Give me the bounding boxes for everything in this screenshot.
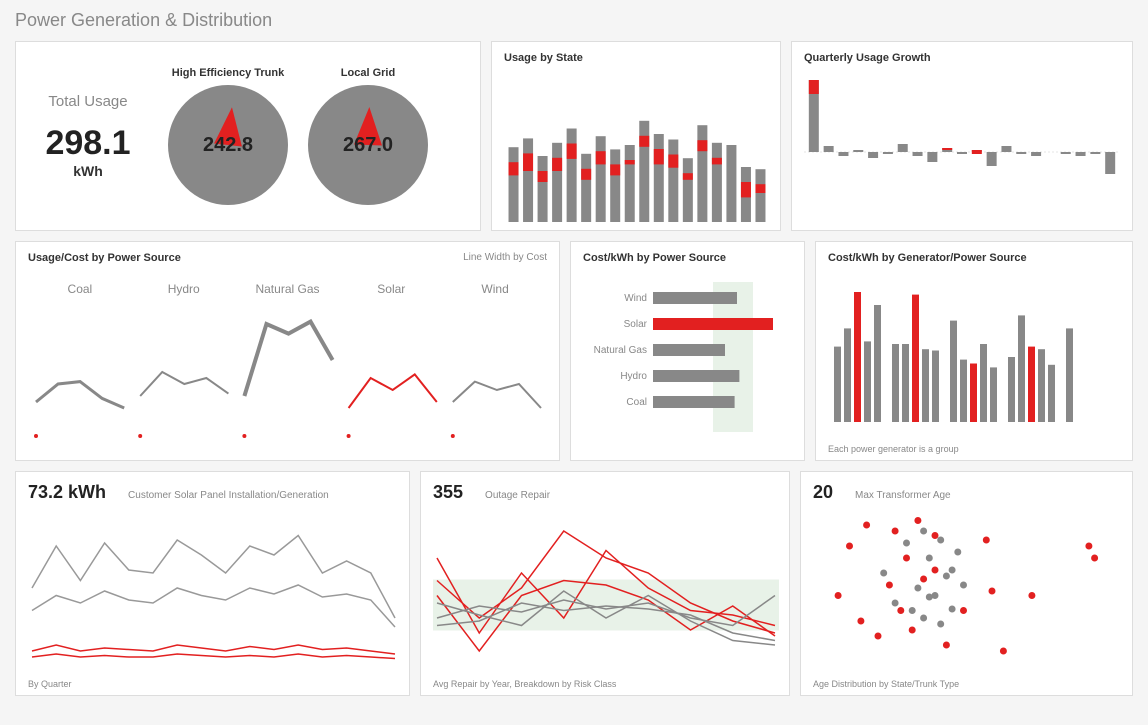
cost-gen-title: Cost/kWh by Generator/Power Source <box>828 252 1120 264</box>
transformer-chart <box>813 503 1114 673</box>
row-1: Total Usage 298.1 kWh High Efficiency Tr… <box>15 41 1133 231</box>
cost-gen-chart <box>828 272 1114 432</box>
source-label: Solar <box>339 282 443 296</box>
svg-text:Wind: Wind <box>624 293 647 304</box>
cost-gen-note: Each power generator is a group <box>828 444 959 454</box>
page-title: Power Generation & Distribution <box>15 10 1133 31</box>
usage-state-chart <box>504 72 770 222</box>
panel-quarterly-growth: Quarterly Usage Growth <box>791 41 1133 231</box>
usage-state-title: Usage by State <box>504 52 768 64</box>
usage-cost-note: Line Width by Cost <box>463 252 547 263</box>
outage-title: Outage Repair <box>485 490 550 501</box>
transformer-title: Max Transformer Age <box>855 490 951 501</box>
solar-value: 73.2 kWh <box>28 482 106 503</box>
svg-text:Hydro: Hydro <box>620 371 647 382</box>
source-label: Coal <box>28 282 132 296</box>
panel-outage: 355 Outage Repair Avg Repair by Year, Br… <box>420 471 790 696</box>
solar-title: Customer Solar Panel Installation/Genera… <box>128 490 329 501</box>
cost-kwh-chart: Wind Solar Natural Gas Hydro Coal <box>583 272 794 452</box>
outage-value: 355 <box>433 482 463 503</box>
panel-solar: 73.2 kWh Customer Solar Panel Installati… <box>15 471 410 696</box>
gauge1-value: 242.8 <box>203 134 253 157</box>
gauge-high-efficiency: High Efficiency Trunk 242.8 <box>168 67 288 205</box>
usage-cost-chart <box>28 300 549 440</box>
row-2: Usage/Cost by Power Source Line Width by… <box>15 241 1133 461</box>
total-usage-label: Total Usage <box>28 93 148 110</box>
panel-cost-gen: Cost/kWh by Generator/Power Source Each … <box>815 241 1133 461</box>
panel-total-usage: Total Usage 298.1 kWh High Efficiency Tr… <box>15 41 481 231</box>
gauge2-value: 267.0 <box>343 134 393 157</box>
total-usage-unit: kWh <box>28 163 148 179</box>
outage-note: Avg Repair by Year, Breakdown by Risk Cl… <box>433 679 616 689</box>
svg-text:Solar: Solar <box>624 319 648 330</box>
quarterly-chart <box>804 72 1120 222</box>
total-usage-value: 298.1 <box>28 124 148 163</box>
quarterly-title: Quarterly Usage Growth <box>804 52 1120 64</box>
gauge-local-grid: Local Grid 267.0 <box>308 67 428 205</box>
source-label: Natural Gas <box>236 282 340 296</box>
outage-chart <box>433 503 779 673</box>
transformer-value: 20 <box>813 482 833 503</box>
panel-usage-by-state: Usage by State <box>491 41 781 231</box>
solar-chart <box>28 503 399 673</box>
panel-usage-cost: Usage/Cost by Power Source Line Width by… <box>15 241 560 461</box>
source-label: Hydro <box>132 282 236 296</box>
panel-cost-kwh-source: Cost/kWh by Power Source Wind Solar Natura… <box>570 241 805 461</box>
panel-transformer: 20 Max Transformer Age Age Distribution … <box>800 471 1133 696</box>
transformer-note: Age Distribution by State/Trunk Type <box>813 679 959 689</box>
gauge1-label: High Efficiency Trunk <box>172 67 284 79</box>
row-3: 73.2 kWh Customer Solar Panel Installati… <box>15 471 1133 696</box>
source-label: Wind <box>443 282 547 296</box>
gauge2-label: Local Grid <box>341 67 395 79</box>
cost-kwh-title: Cost/kWh by Power Source <box>583 252 792 264</box>
svg-text:Natural Gas: Natural Gas <box>594 345 647 356</box>
svg-text:Coal: Coal <box>626 397 647 408</box>
solar-note: By Quarter <box>28 679 72 689</box>
